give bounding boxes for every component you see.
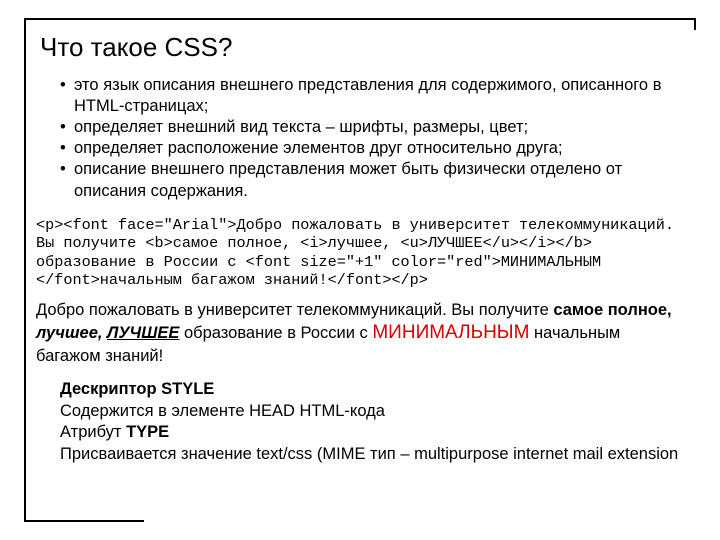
rendered-red-large: МИНИМАЛЬНЫМ [372,322,529,343]
bullet-dot-icon: • [60,159,74,201]
code-line: <p><font face="Arial">Добро пожаловать в… [36,216,674,234]
rendered-plain: образование в России с [179,324,372,342]
border-bottom-stub [24,520,144,522]
descriptor-block: Дескриптор STYLE Содержится в элементе H… [60,379,682,465]
rendered-bold-italic-underline: ЛУЧШЕЕ [107,324,179,342]
descriptor-text: Атрибут [60,423,126,441]
rendered-bold: самое полное, [553,301,671,319]
code-line: </font>начальным багажом знаний!</font><… [36,271,428,289]
code-sample: <p><font face="Arial">Добро пожаловать в… [36,216,682,290]
bullet-dot-icon: • [60,138,74,159]
bullet-list: •это язык описания внешнего представлени… [60,75,682,202]
bullet-text: описание внешнего представления может бы… [74,159,682,201]
bullet-text: это язык описания внешнего представления… [74,75,682,117]
bullet-item: •определяет внешний вид текста – шрифты,… [60,117,682,138]
descriptor-line: Содержится в элементе HEAD HTML-кода [60,401,682,422]
border-top-tick [694,18,696,30]
descriptor-heading: Дескриптор STYLE [60,380,214,398]
border-top [24,18,696,20]
descriptor-bold: TYPE [126,423,169,441]
rendered-output: Добро пожаловать в университет телекомму… [36,300,682,368]
bullet-dot-icon: • [60,75,74,117]
rendered-bold-italic: лучшее, [36,324,107,342]
bullet-text: определяет внешний вид текста – шрифты, … [74,117,528,138]
border-left [24,18,26,522]
page-title: Что такое CSS? [40,32,692,63]
bullet-item: •определяет расположение элементов друг … [60,138,682,159]
rendered-plain: Добро пожаловать в университет телекомму… [36,301,553,319]
code-line: образование в России с <font size="+1" c… [36,253,601,271]
bullet-text: определяет расположение элементов друг о… [74,138,563,159]
slide: Что такое CSS? •это язык описания внешне… [0,0,720,540]
bullet-item: •описание внешнего представления может б… [60,159,682,201]
code-line: Вы получите <b>самое полное, <i>лучшее, … [36,234,592,252]
descriptor-line: Присваивается значение text/css (MIME ти… [60,444,682,465]
bullet-dot-icon: • [60,117,74,138]
bullet-item: •это язык описания внешнего представлени… [60,75,682,117]
descriptor-line: Атрибут TYPE [60,422,682,443]
